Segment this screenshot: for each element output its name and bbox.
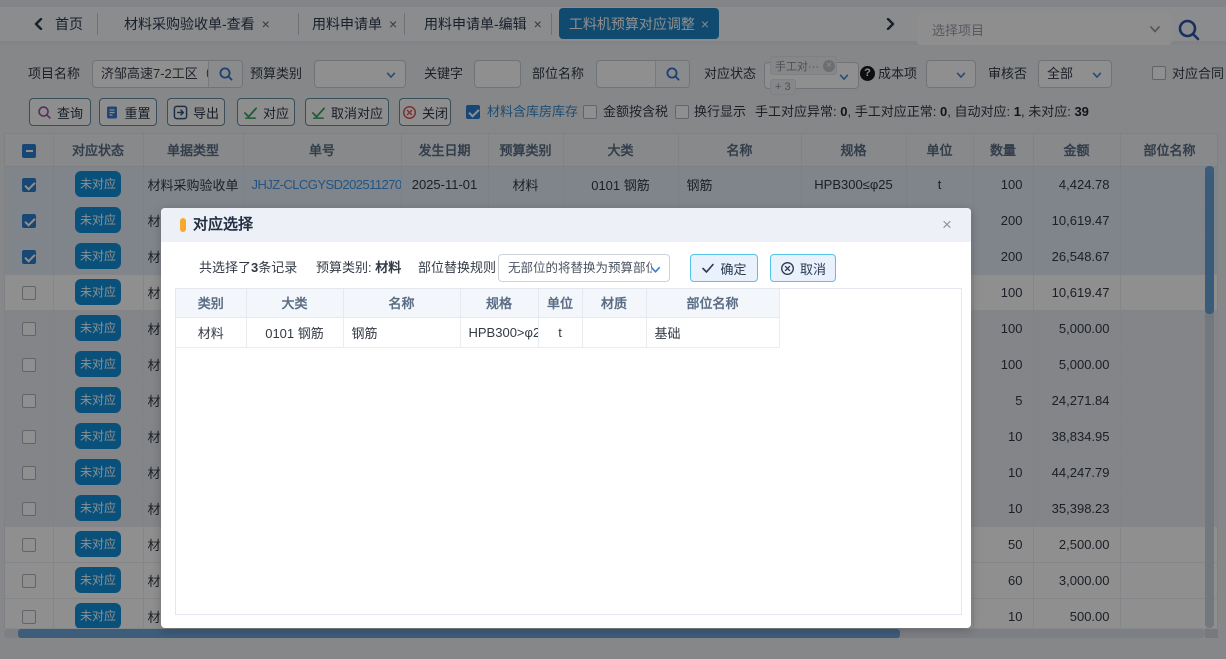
col-header: 大类 <box>246 289 343 317</box>
dialog-table-row[interactable]: 材料0101 钢筋钢筋HPB300>φ25t 基础 <box>176 317 779 347</box>
dialog-table-body: 材料0101 钢筋钢筋HPB300>φ25t 基础 <box>176 317 779 347</box>
dialog-title: 对应选择 <box>193 208 253 242</box>
cancel-button[interactable]: 取消 <box>770 254 836 282</box>
confirm-button[interactable]: 确定 <box>690 254 758 282</box>
col-header: 规格 <box>460 289 538 317</box>
dialog-table-cell: 材料 <box>176 317 246 347</box>
dialog-table-cell: 钢筋 <box>343 317 460 347</box>
col-header: 部位名称 <box>646 289 779 317</box>
dialog-close-icon[interactable]: × <box>939 217 955 233</box>
check-icon <box>701 261 715 275</box>
col-header: 单位 <box>538 289 582 317</box>
close-circle-icon <box>780 261 795 276</box>
part-replace-rule-value: 无部位的将替换为预算部位 <box>508 255 652 281</box>
part-replace-rule-select[interactable]: 无部位的将替换为预算部位 <box>498 254 670 282</box>
dialog-data-table: 类别 大类 名称 规格 单位 材质 部位名称 材料0101 钢筋钢筋HPB300… <box>176 289 780 348</box>
dialog-table-cell: t <box>538 317 582 347</box>
dialog-table: 类别 大类 名称 规格 单位 材质 部位名称 材料0101 钢筋钢筋HPB300… <box>175 288 962 615</box>
selected-count-text: 共选择了3条记录 <box>199 254 297 282</box>
dialog-header[interactable]: 对应选择 × <box>161 208 971 242</box>
dialog-table-cell <box>582 317 646 347</box>
chevron-down-icon <box>649 263 662 276</box>
dialog-table-head: 类别 大类 名称 规格 单位 材质 部位名称 <box>176 289 779 317</box>
dialog-table-header-row: 类别 大类 名称 规格 单位 材质 部位名称 <box>176 289 779 317</box>
dialog-accent-bar <box>180 218 186 232</box>
dialog-table-cell: HPB300>φ25 <box>460 317 538 347</box>
dialog-table-cell: 基础 <box>646 317 779 347</box>
part-replace-rule-label: 部位替换规则 <box>418 254 496 282</box>
dialog-table-cell: 0101 钢筋 <box>246 317 343 347</box>
col-header: 材质 <box>582 289 646 317</box>
col-header: 类别 <box>176 289 246 317</box>
col-header: 名称 <box>343 289 460 317</box>
match-select-dialog: 对应选择 × 共选择了3条记录 预算类别: 材料 部位替换规则 无部位的将替换为… <box>161 208 971 628</box>
budget-category-text: 预算类别: 材料 <box>316 254 401 282</box>
